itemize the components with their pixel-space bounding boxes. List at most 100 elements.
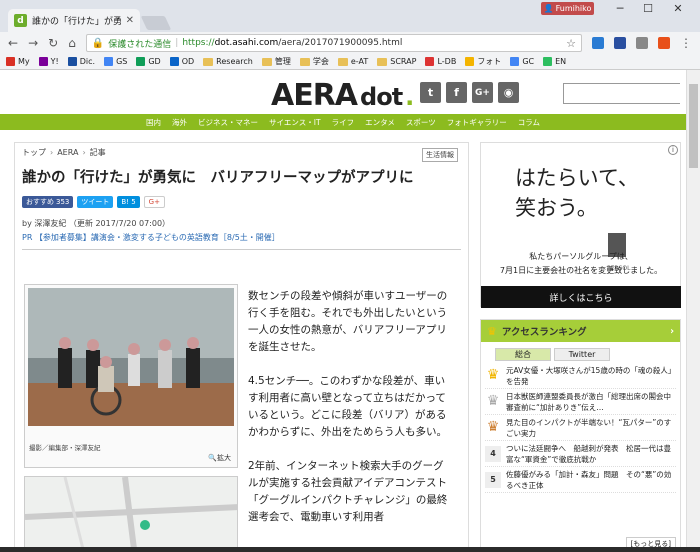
advertisement[interactable]: i はたらいて、 笑おう。 PERSOL 私たちパーソルグループは、 7月1日に… [480,142,681,308]
site-logo[interactable]: AERA dot. [271,78,414,113]
rank-number: 4 [485,445,501,462]
address-bar[interactable]: 🔒 保護された通信 | https://dot.asahi.com/aera/2… [85,34,582,52]
new-tab-button[interactable] [140,16,172,30]
scroll-thumb[interactable] [689,84,698,168]
folder-icon [203,57,214,66]
bookmark-folder[interactable]: SCRAP [377,57,416,66]
category-link[interactable]: 海外 [172,117,187,128]
ad-details-button[interactable]: 詳しくはこちら [481,286,681,308]
reload-icon[interactable]: ↻ [48,36,58,50]
folder-icon [261,57,272,66]
forward-icon[interactable]: → [28,36,38,50]
category-link[interactable]: フォトギャラリー [447,117,507,128]
bookmark-folder[interactable]: 学会 [299,56,329,67]
gmail-icon [6,57,15,66]
yahoo-icon [38,57,48,66]
breadcrumb-link[interactable]: AERA [57,148,78,157]
bookmark-folder[interactable]: Research [203,57,253,66]
calendar-icon [510,57,520,66]
paragraph: 数センチの段差や傾斜が車いすユーザーの行く手を阻む。それでも外出したいという一人… [248,290,448,353]
search-input[interactable] [564,84,686,103]
photo-caption: 撮影／編集部・深澤友紀 [29,444,101,452]
tab-overall[interactable]: 総合 [495,348,551,361]
ranking-item[interactable]: ♛ 見た目のインパクトが半端ない！“瓦パター”のすごい実力 [485,415,676,441]
home-icon[interactable]: ⌂ [68,36,76,50]
bookmark-folder[interactable]: e-AT [337,57,368,66]
category-link[interactable]: 国内 [146,117,161,128]
bookmark-item[interactable]: フォト [465,56,501,67]
evernote-icon [543,57,553,66]
extension-icon[interactable] [636,37,648,49]
bookmark-item[interactable]: GS [104,57,127,66]
office-icon[interactable] [658,37,670,49]
drive-icon [136,57,146,66]
facebook-icon[interactable]: f [446,82,467,103]
bookmark-item[interactable]: EN [543,57,566,66]
divider [22,249,461,250]
tweet-button[interactable]: ツイート [77,196,114,208]
site-search: 🔍 [563,83,686,104]
tab-active[interactable]: d 誰かの「行けた」が勇気に ✕ [8,9,140,32]
article-headline: 誰かの「行けた」が勇気に バリアフリーマップがアプリに [22,170,414,186]
ranking-item[interactable]: 5 佐藤優がみる「加計・森友」問題 その“悪”の効るべき正体 [485,467,676,493]
facebook-share-button[interactable]: おすすめ 353 [22,196,74,208]
category-link[interactable]: コラム [518,117,540,128]
bookmark-item[interactable]: OD [169,57,194,66]
ad-info-icon[interactable]: i [668,145,678,155]
breadcrumb-current: 記事 [89,148,106,157]
googleplus-icon[interactable]: G+ [472,82,493,103]
back-icon[interactable]: ← [8,36,18,50]
rss-icon[interactable]: ◉ [498,82,519,103]
close-icon[interactable]: ✕ [126,15,134,26]
scholar-icon [104,57,114,66]
bronze-crown-icon: ♛ [486,419,500,435]
bookmark-item[interactable]: GD [136,57,161,66]
scrollbar[interactable] [686,70,700,552]
bookmark-item[interactable]: Dic. [67,57,95,66]
extension-icon[interactable] [614,37,626,49]
photos-icon [465,57,475,66]
category-link[interactable]: スポーツ [406,117,436,128]
category-tag[interactable]: 生活情報 [422,148,458,162]
profile-button[interactable]: 👤 Fumihiko [541,2,594,15]
zoom-button[interactable]: 🔍拡大 [208,453,231,463]
bookmark-item[interactable]: My [6,57,30,66]
category-link[interactable]: ライフ [332,117,355,128]
bookmark-item[interactable]: L-DB [425,57,456,66]
article-photo[interactable]: 撮影／編集部・深澤友紀 🔍拡大 [24,284,238,468]
googleplus-share-button[interactable]: G+ [143,196,165,208]
bookmark-folder[interactable]: 管理 [261,56,291,67]
ranking-item[interactable]: 4 ついに法廷闘争へ 船越刺が発表 松居一代は豊富な“軍資金”で徹底抗戦か [485,441,676,467]
article-body: 数センチの段差や傾斜が車いすユーザーの行く手を阻む。それでも外出したいという一人… [248,288,448,543]
ad-text: 私たちパーソルグループは、 7月1日に主要会社の社名を変更致しました。 [499,252,663,275]
hatena-bookmark-button[interactable]: B! 5 [117,196,140,208]
minimize-icon[interactable]: ─ [610,2,630,15]
cloud-icon [169,57,179,66]
category-link[interactable]: エンタメ [365,117,395,128]
category-link[interactable]: ビジネス・マネー [198,117,258,128]
map-image[interactable] [24,476,238,552]
category-link[interactable]: サイエンス・IT [269,117,321,128]
menu-icon[interactable]: ⋮ [680,36,692,50]
breadcrumb-link[interactable]: トップ [22,147,46,158]
share-buttons: おすすめ 353 ツイート B! 5 G+ [22,196,461,208]
tab-twitter[interactable]: Twitter [554,348,610,361]
ranking-item[interactable]: ♛ 日本獣医師連盟委員長が激白「総理出席の閣会中審査前に“加計ありき”伝え… [485,389,676,415]
twitter-icon[interactable]: t [420,82,441,103]
zoom-icon: 🔍 [208,454,217,462]
extension-icon[interactable] [592,37,604,49]
maximize-icon[interactable]: ☐ [638,2,658,15]
chevron-right-icon[interactable]: › [670,326,674,337]
bookmark-item[interactable]: Y! [38,57,59,66]
paragraph: 4.5センチ──。このわずかな段差が、車いす利用者に高い壁となって立ちはだかって… [248,375,447,438]
group-photo [28,288,234,426]
browser-tabstrip: d 誰かの「行けた」が勇気に ✕ 👤Fumihiko ─ ☐ ✕ [0,0,700,32]
gold-crown-icon: ♛ [486,367,500,383]
pr-link[interactable]: PR 【参加者募集】講演会・激変する子どもの英語教育［8/5土・開催］ [22,232,461,243]
ranking-item[interactable]: ♛ 元AV女優・大塚咲さんが15歳の時の「魂の殺人」を告発 [485,363,676,389]
tab-title: 誰かの「行けた」が勇気に [32,17,121,27]
bookmark-star-icon[interactable]: ☆ [566,37,576,50]
window-close-icon[interactable]: ✕ [668,2,688,15]
bookmark-item[interactable]: GC [510,57,534,66]
ldb-icon [425,57,435,66]
